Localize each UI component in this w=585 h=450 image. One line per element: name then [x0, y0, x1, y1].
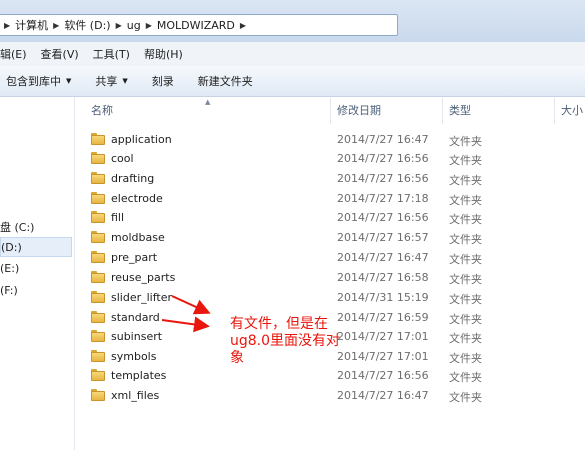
annotation-note: 有文件，但是在ug8.0里面没有对象 [230, 316, 341, 366]
annotation-arrows [161, 295, 211, 333]
annotation-arrow-upper [171, 295, 211, 315]
annotation-arrow-lower [161, 316, 210, 333]
